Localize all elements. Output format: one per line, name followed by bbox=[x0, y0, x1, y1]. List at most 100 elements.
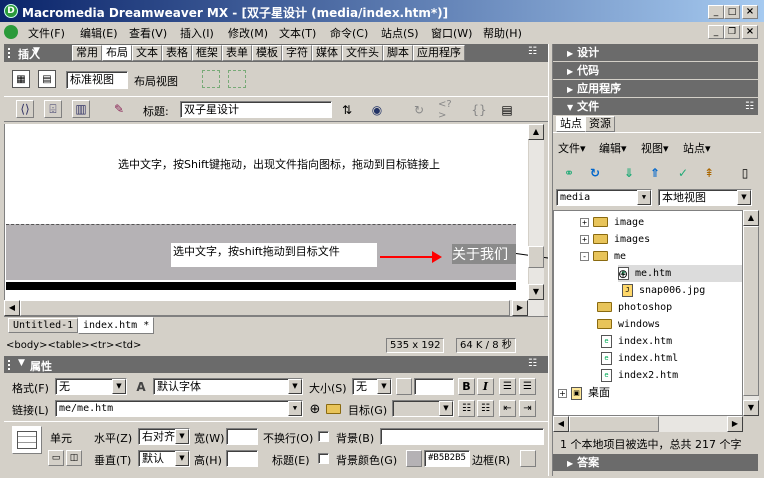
tree-item-snap006[interactable]: Jsnap006.jpg bbox=[622, 282, 705, 299]
layout-view-button[interactable]: 布局视图 bbox=[134, 73, 178, 89]
text-color-input[interactable] bbox=[414, 378, 454, 395]
horz-select[interactable]: 右对齐 ▼ bbox=[138, 428, 190, 445]
tree-scroll-up-button[interactable]: ▲ bbox=[743, 210, 759, 226]
tab-frame[interactable]: 框架 bbox=[192, 45, 222, 61]
hscroll-thumb[interactable] bbox=[20, 300, 510, 316]
css-style-icon[interactable]: A bbox=[132, 378, 150, 396]
files-menu-file[interactable]: 文件▾ bbox=[558, 140, 586, 156]
files-menu-edit[interactable]: 编辑▾ bbox=[599, 140, 627, 156]
tree-item-image[interactable]: + image bbox=[580, 214, 644, 231]
tree-scroll-left-button[interactable]: ◀ bbox=[553, 416, 569, 432]
indent-icon[interactable]: ⇥ bbox=[519, 400, 536, 417]
reference-icon[interactable]: <?> bbox=[438, 99, 456, 121]
header-checkbox[interactable] bbox=[318, 453, 329, 464]
table-icon[interactable]: ▦ bbox=[12, 70, 30, 88]
draw-layout-table-icon[interactable] bbox=[228, 70, 246, 88]
expand-icon[interactable]: + bbox=[580, 234, 589, 244]
menu-modify[interactable]: 修改(M) bbox=[228, 25, 268, 41]
size-select[interactable]: 无 ▼ bbox=[352, 378, 392, 395]
border-color-swatch[interactable] bbox=[520, 450, 536, 467]
bold-button[interactable]: B bbox=[458, 378, 475, 395]
check-in-icon[interactable]: ⇞ bbox=[700, 164, 718, 182]
layer-icon[interactable]: ▤ bbox=[38, 70, 56, 88]
maximize-button[interactable]: □ bbox=[724, 5, 740, 19]
files-menu-icon[interactable]: ☷ bbox=[745, 98, 754, 115]
canvas-vscroll[interactable] bbox=[528, 124, 544, 300]
tree-item-index-html[interactable]: e index.html bbox=[601, 350, 678, 367]
format-select[interactable]: 无 ▼ bbox=[55, 378, 127, 395]
refresh-files-icon[interactable]: ↻ bbox=[586, 164, 604, 182]
doc-minimize-button[interactable]: _ bbox=[708, 25, 724, 39]
height-input[interactable] bbox=[226, 450, 258, 467]
unordered-list-icon[interactable]: ☷ bbox=[458, 400, 475, 417]
tab-media[interactable]: 媒体 bbox=[312, 45, 342, 61]
code-view-icon[interactable]: ⟨⟩ bbox=[16, 100, 34, 118]
minimize-button[interactable]: _ bbox=[708, 5, 724, 19]
app-panel-header[interactable]: ▶ 应用程序 bbox=[553, 80, 758, 97]
tree-vscroll-thumb[interactable] bbox=[743, 226, 759, 396]
scroll-left-button[interactable]: ◀ bbox=[4, 300, 20, 316]
menu-view[interactable]: 查看(V) bbox=[129, 25, 167, 41]
width-input[interactable] bbox=[226, 428, 258, 445]
site-select[interactable]: media ▼ bbox=[556, 189, 652, 206]
tab-application[interactable]: 应用程序 bbox=[413, 45, 465, 61]
doc-restore-button[interactable]: ❐ bbox=[724, 25, 740, 39]
doc-close-button[interactable]: × bbox=[742, 25, 758, 39]
draw-layout-cell-icon[interactable] bbox=[202, 70, 220, 88]
point-to-file-icon[interactable]: ⊕ bbox=[306, 400, 324, 418]
file-tree[interactable]: + image + images - me e me.htm Jsnap006.jpg … bbox=[553, 210, 743, 416]
code-navigation-icon[interactable]: {} bbox=[470, 101, 488, 119]
menu-command[interactable]: 命令(C) bbox=[330, 25, 368, 41]
ordered-list-icon[interactable]: ☷ bbox=[477, 400, 494, 417]
menu-edit[interactable]: 编辑(E) bbox=[80, 25, 118, 41]
tree-item-index2-htm[interactable]: e index2.htm bbox=[601, 367, 678, 384]
tab-form[interactable]: 表单 bbox=[222, 45, 252, 61]
vscroll-thumb[interactable] bbox=[528, 246, 544, 268]
tree-item-windows[interactable]: windows bbox=[597, 316, 660, 333]
align-center-icon[interactable]: ☰ bbox=[519, 378, 536, 395]
tag-selector[interactable]: <body><table><tr><td> bbox=[6, 340, 141, 351]
browse-folder-icon[interactable] bbox=[324, 400, 342, 418]
tree-item-me[interactable]: - me bbox=[580, 248, 626, 265]
title-input[interactable]: 双子星设计 bbox=[180, 101, 332, 118]
align-left-icon[interactable]: ☰ bbox=[499, 378, 516, 395]
collapse-arrow-icon[interactable]: ▼ bbox=[18, 358, 25, 368]
view-select[interactable]: 本地视图 ▼ bbox=[658, 189, 752, 206]
view-options-icon[interactable]: ▤ bbox=[498, 101, 516, 119]
tree-item-index-htm[interactable]: e index.htm bbox=[601, 333, 672, 350]
tree-item-desktop[interactable]: + ▣ 桌面 bbox=[558, 384, 610, 401]
menu-window[interactable]: 窗口(W) bbox=[431, 25, 472, 41]
tree-scroll-down-button[interactable]: ▼ bbox=[743, 400, 759, 416]
tab-site[interactable]: 站点 bbox=[556, 116, 586, 132]
italic-button[interactable]: I bbox=[477, 378, 494, 395]
design-view-icon[interactable]: ▥ bbox=[72, 100, 90, 118]
code-panel-header[interactable]: ▶ 代码 bbox=[553, 62, 758, 79]
bgcolor-swatch[interactable] bbox=[406, 450, 422, 467]
tab-script[interactable]: 脚本 bbox=[383, 45, 413, 61]
menu-text[interactable]: 文本(T) bbox=[279, 25, 316, 41]
scroll-up-button[interactable]: ▲ bbox=[528, 124, 544, 140]
split-cell-icon[interactable]: ◫ bbox=[66, 450, 82, 466]
tree-item-me-htm[interactable]: e me.htm bbox=[618, 265, 742, 282]
tab-template[interactable]: 模板 bbox=[252, 45, 282, 61]
tab-table[interactable]: 表格 bbox=[162, 45, 192, 61]
nowrap-checkbox[interactable] bbox=[318, 431, 329, 442]
link-input[interactable]: me/me.htm ▼ bbox=[55, 400, 303, 417]
tab-untitled-1[interactable]: Untitled-1 bbox=[8, 318, 79, 333]
files-menu-view[interactable]: 视图▾ bbox=[641, 140, 669, 156]
merge-cells-icon[interactable]: ▭ bbox=[48, 450, 64, 466]
selected-link-text[interactable]: 关于我们 bbox=[452, 244, 516, 264]
tab-common[interactable]: 常用 bbox=[72, 45, 102, 61]
outdent-icon[interactable]: ⇤ bbox=[499, 400, 516, 417]
preview-browser-icon[interactable]: ◉ bbox=[368, 101, 386, 119]
tree-item-images[interactable]: + images bbox=[580, 231, 650, 248]
tree-scroll-right-button[interactable]: ▶ bbox=[727, 416, 743, 432]
scroll-right-button[interactable]: ▶ bbox=[512, 300, 528, 316]
close-button[interactable]: × bbox=[742, 5, 758, 19]
target-select[interactable]: ▼ bbox=[392, 400, 454, 417]
vert-select[interactable]: 默认 ▼ bbox=[138, 450, 190, 467]
get-files-icon[interactable]: ⇓ bbox=[620, 164, 638, 182]
files-panel-header[interactable]: ▼ 文件 ☷ bbox=[553, 98, 758, 115]
properties-menu-icon[interactable]: ☷ bbox=[528, 358, 537, 369]
menu-site[interactable]: 站点(S) bbox=[381, 25, 419, 41]
